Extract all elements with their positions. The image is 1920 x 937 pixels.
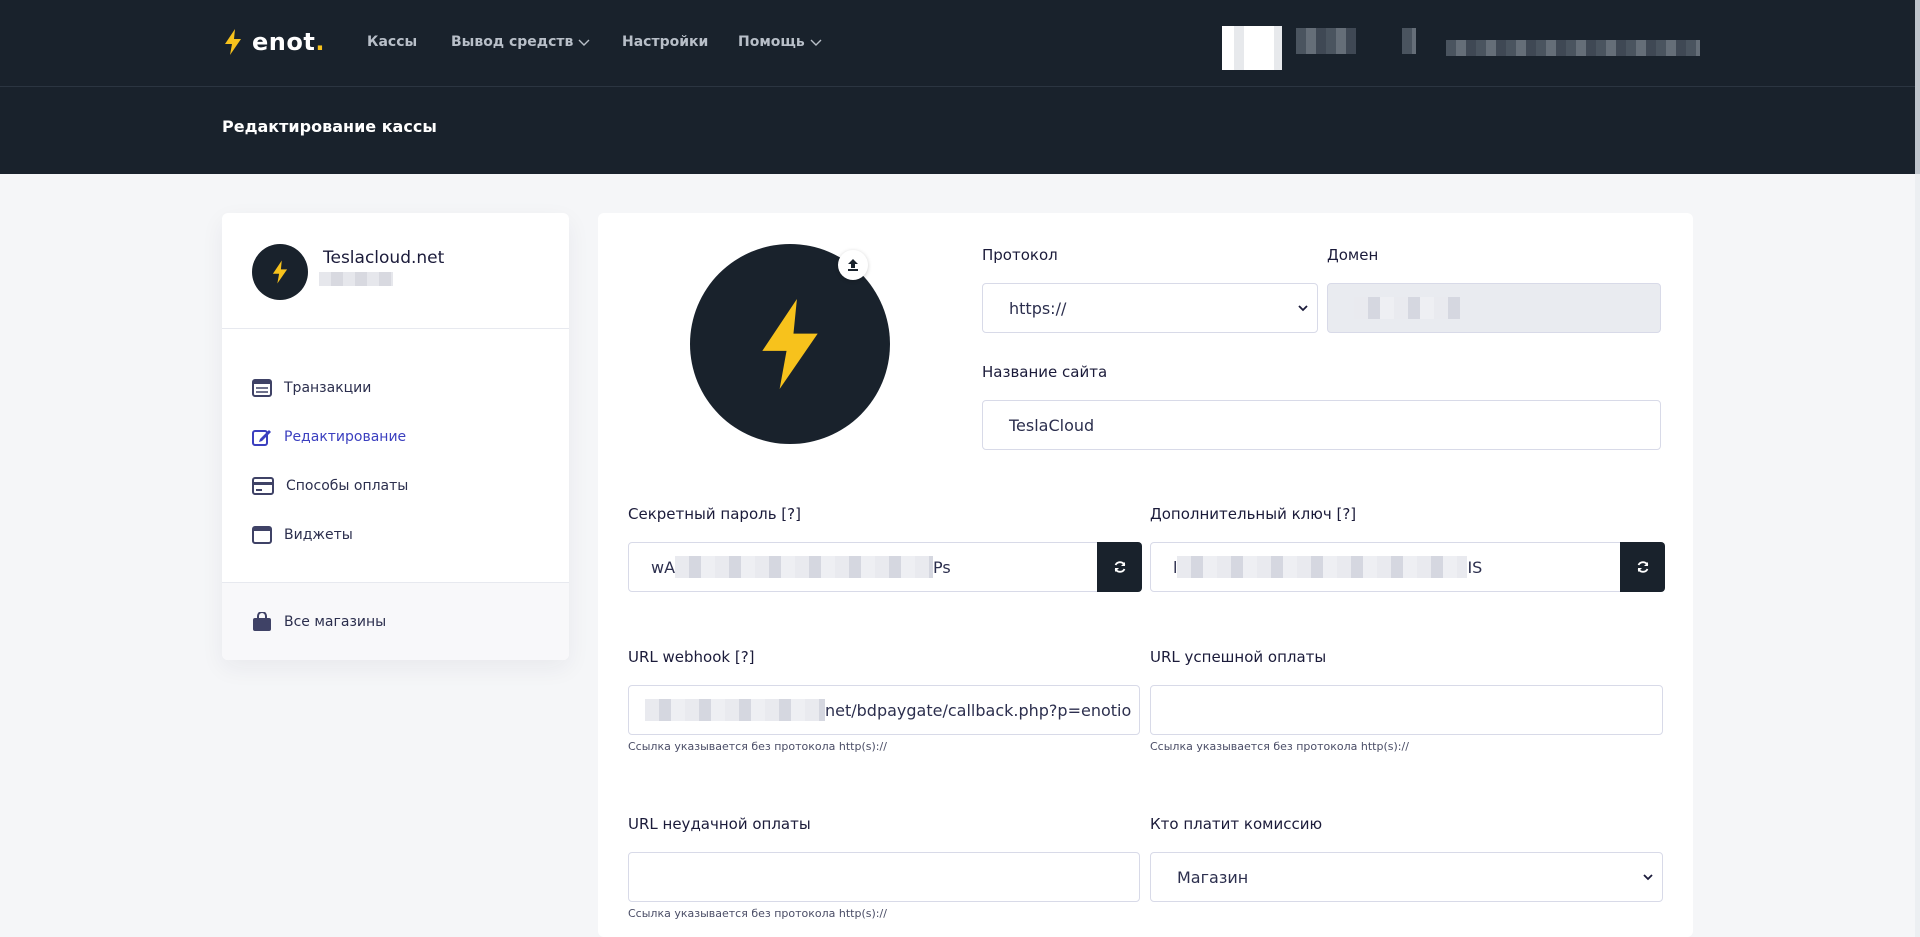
webhook-label[interactable]: URL webhook [?] [628, 648, 755, 666]
chevron-down-icon [1643, 874, 1653, 881]
edit-shop-card: Протокол https:// Домен Название сайта T… [598, 213, 1693, 937]
nav-withdraw-label: Вывод средств [451, 34, 574, 50]
redacted-domain [1354, 297, 1460, 319]
commission-value: Магазин [1177, 867, 1249, 887]
site-name-input[interactable]: TeslaCloud [982, 400, 1661, 450]
chevron-down-icon [578, 39, 590, 46]
secret-suffix: Ps [933, 557, 951, 577]
redacted-user-email[interactable] [1446, 40, 1700, 56]
logo-dot: . [315, 28, 325, 56]
fail-url-input[interactable] [628, 852, 1140, 902]
sidebar-item-payment-methods[interactable]: Способы оплаты [222, 461, 569, 510]
nav-settings-label: Настройки [622, 34, 709, 50]
all-shops-label: Все магазины [284, 613, 387, 630]
shop-avatar [252, 244, 308, 300]
transactions-icon [252, 378, 272, 397]
nav-withdraw[interactable]: Вывод средств [451, 34, 591, 50]
redacted-webhook-domain [645, 699, 825, 721]
logo-text: enot [252, 28, 316, 56]
regenerate-secret-button[interactable] [1097, 542, 1142, 592]
edit-icon [252, 429, 271, 446]
shopping-bag-icon [253, 611, 271, 631]
upload-icon [848, 259, 858, 271]
refresh-icon [1637, 561, 1648, 573]
nav-kassy[interactable]: Кассы [367, 34, 417, 50]
nav-settings[interactable]: Настройки [622, 34, 708, 50]
domain-label: Домен [1327, 246, 1379, 264]
lightning-icon [762, 299, 818, 389]
sidebar-item-label: Транзакции [284, 379, 372, 396]
secret-password-input[interactable]: wA Ps [628, 542, 1098, 592]
logo[interactable]: enot. [224, 28, 325, 56]
sidebar-item-label: Виджеты [284, 526, 353, 543]
secret-prefix: wA [651, 557, 676, 577]
success-url-input[interactable] [1150, 685, 1663, 735]
success-url-hint: Ссылка указывается без протокола http(s)… [1150, 740, 1409, 753]
fail-url-hint: Ссылка указывается без протокола http(s)… [628, 907, 887, 920]
page-title: Редактирование кассы [222, 117, 437, 136]
site-name-value: TeslaCloud [1009, 415, 1095, 435]
webhook-hint: Ссылка указывается без протокола http(s)… [628, 740, 887, 753]
shop-name: Teslacloud.net [323, 248, 445, 268]
webhook-input[interactable]: net/bdpaygate/callback.php?p=enotio [628, 685, 1140, 735]
commission-label: Кто платит комиссию [1150, 815, 1323, 833]
shop-id-redacted [319, 272, 393, 286]
redacted-separator [1402, 28, 1416, 54]
page-scrollbar[interactable] [1915, 0, 1920, 937]
all-shops-link[interactable]: Все магазины [222, 583, 569, 660]
redacted-secret [675, 556, 934, 578]
nav-kassy-label: Кассы [367, 34, 418, 50]
sidebar-item-edit[interactable]: Редактирование [222, 412, 569, 461]
refresh-icon [1114, 561, 1125, 573]
credit-card-icon [252, 476, 274, 495]
sidebar-item-widgets[interactable]: Виджеты [222, 510, 569, 559]
sidebar-item-label: Способы оплаты [286, 477, 409, 494]
shop-sidebar: Teslacloud.net Транзакции Редактирование… [222, 213, 569, 660]
protocol-label: Протокол [982, 246, 1058, 264]
upload-logo-button[interactable] [838, 250, 868, 280]
lightning-icon [272, 260, 288, 284]
nav-help-label: Помощь [738, 34, 805, 50]
chevron-down-icon [810, 39, 822, 46]
domain-field [1327, 283, 1661, 333]
lightning-logo-icon [225, 29, 241, 55]
widget-window-icon [252, 525, 272, 544]
sidebar-item-label: Редактирование [284, 428, 407, 445]
extra-key-suffix: IS [1467, 557, 1483, 577]
chevron-down-icon [1298, 305, 1308, 312]
shop-menu: Транзакции Редактирование Способы оплаты… [222, 329, 569, 583]
webhook-value: net/bdpaygate/callback.php?p=enotio [825, 700, 1132, 720]
extra-key-label[interactable]: Дополнительный ключ [?] [1150, 505, 1356, 523]
user-avatar-redacted[interactable] [1222, 26, 1282, 70]
shop-header: Teslacloud.net [222, 213, 569, 329]
commission-select[interactable]: Магазин [1150, 852, 1663, 902]
success-url-label: URL успешной оплаты [1150, 648, 1327, 666]
secret-password-label[interactable]: Секретный пароль [?] [628, 505, 801, 523]
regenerate-extra-key-button[interactable] [1620, 542, 1665, 592]
scrollbar-thumb[interactable] [1915, 0, 1920, 174]
protocol-value: https:// [1009, 298, 1067, 318]
navbar: enot. Кассы Вывод средств Настройки Помо… [0, 0, 1915, 87]
fail-url-label: URL неудачной оплаты [628, 815, 811, 833]
protocol-select[interactable]: https:// [982, 283, 1318, 333]
sidebar-item-transactions[interactable]: Транзакции [222, 363, 569, 412]
redacted-extra-key [1177, 556, 1468, 578]
extra-key-input[interactable]: l IS [1150, 542, 1622, 592]
top-header: enot. Кассы Вывод средств Настройки Помо… [0, 0, 1915, 174]
nav-help[interactable]: Помощь [738, 34, 823, 50]
site-name-label: Название сайта [982, 363, 1108, 381]
redacted-balance [1296, 28, 1356, 54]
